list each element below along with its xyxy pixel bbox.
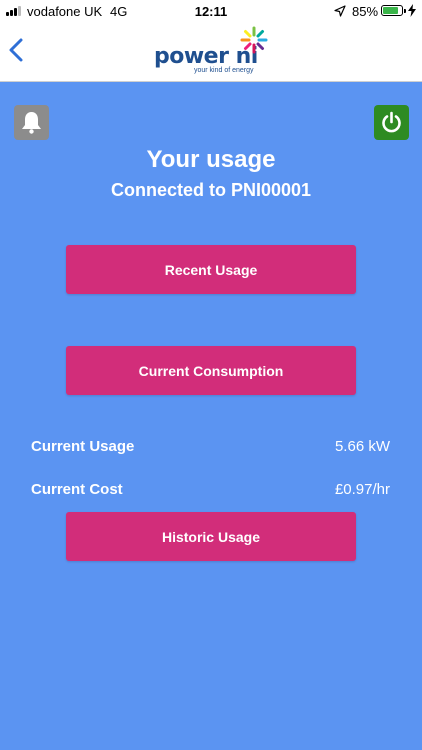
historic-usage-button[interactable]: Historic Usage [66,512,356,561]
battery-icon [381,5,406,16]
chevron-left-icon[interactable] [6,37,30,63]
current-cost-value: £0.97/hr [334,481,390,498]
location-arrow-icon [334,5,346,17]
logo-tagline: your kind of energy [194,67,254,74]
current-consumption-button[interactable]: Current Consumption [66,346,356,395]
bell-icon [22,112,41,134]
current-usage-value: 5.66 kW [334,438,390,455]
current-cost-label: Current Cost [31,481,123,498]
battery-percentage: 85% [352,4,379,19]
connection-status: Connected to PNI00001 [110,180,312,200]
power-button[interactable] [374,105,409,140]
page-title: Your usage [146,146,276,173]
navigation-bar: power ni your kind of energy [0,22,422,82]
notifications-button[interactable] [14,105,49,140]
power-icon [382,111,401,133]
current-usage-label: Current Usage [31,438,135,455]
logo-burst-icon [240,26,268,54]
status-bar: vodafone UK 4G 12:11 85% [0,0,422,22]
power-ni-logo: power ni your kind of energy [154,26,272,76]
recent-usage-button[interactable]: Recent Usage [66,245,356,294]
charging-bolt-icon [408,4,416,17]
